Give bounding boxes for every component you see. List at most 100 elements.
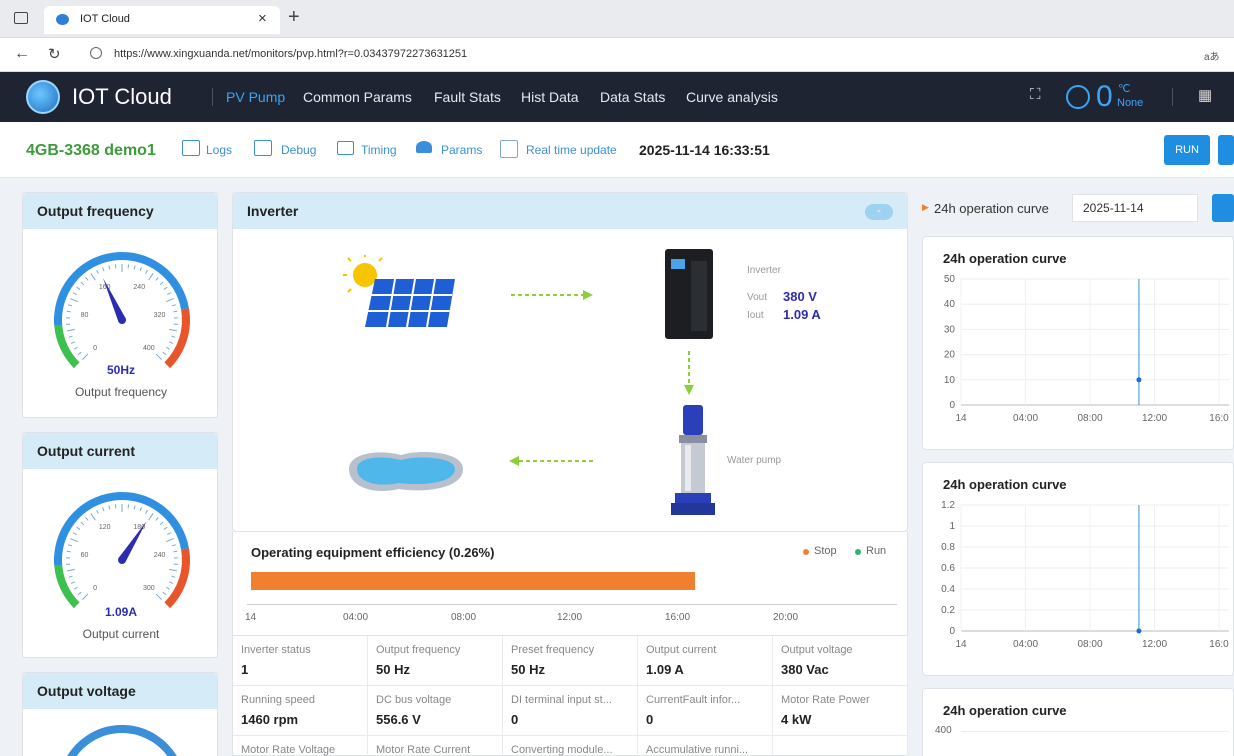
apps-grid-icon[interactable]: ▦ — [1198, 86, 1212, 104]
right-panel-title: 24h operation curve — [934, 201, 1049, 216]
data-point — [1136, 628, 1142, 634]
timing-button[interactable]: Timing — [361, 143, 397, 157]
cloud-favicon-icon — [56, 14, 69, 25]
param-label: Inverter status — [241, 644, 311, 656]
header-marker-icon: ▶ — [922, 202, 929, 212]
param-label: Preset frequency — [511, 644, 595, 656]
gauge-tick — [68, 335, 73, 338]
param-value: 0 — [511, 712, 519, 727]
stop-duration-bar — [251, 572, 695, 590]
gauge-tick — [171, 335, 176, 338]
gauge-tick — [139, 267, 142, 272]
x-tick-label: 14 — [955, 639, 967, 650]
param-label: CurrentFault infor... — [646, 694, 741, 706]
cloud-logo-icon — [26, 80, 60, 114]
gauge-tick — [90, 273, 96, 281]
date-search-button[interactable] — [1212, 194, 1234, 222]
gauge-tick — [77, 351, 82, 356]
gauge-value: 1.09A — [104, 605, 138, 619]
site-info-icon[interactable] — [90, 47, 102, 59]
x-tick-label: 04:00 — [1013, 639, 1038, 650]
logs-button[interactable]: Logs — [206, 143, 232, 157]
flow-arrow-left — [509, 456, 595, 466]
gauge-arc-high — [164, 548, 190, 609]
brand-name: IOT Cloud — [72, 84, 172, 109]
collapse-toggle[interactable]: - — [865, 204, 893, 220]
efficiency-axis-tick: 16:00 — [665, 612, 691, 623]
param-label: Output current — [646, 644, 717, 656]
realtime-checkbox[interactable] — [500, 140, 518, 158]
x-tick-label: 12:00 — [1142, 639, 1167, 650]
y-tick-label: 0.4 — [941, 584, 955, 595]
gauge-tick — [155, 593, 162, 600]
device-name: 4GB-3368 demo1 — [26, 142, 156, 159]
gauge-tick — [80, 281, 85, 286]
nav-hist-data[interactable]: Hist Data — [521, 89, 579, 105]
param-label: Motor Rate Voltage — [241, 744, 336, 756]
sidebar-toggle-icon[interactable] — [14, 12, 28, 24]
y-tick-label: 30 — [944, 324, 956, 335]
gauge-tick — [162, 351, 167, 356]
gauge-tick-label: 300 — [143, 585, 155, 592]
x-tick-label: 14 — [955, 413, 967, 424]
gauge-tick — [145, 509, 148, 514]
param-cell: Inverter status 1 — [233, 636, 368, 686]
back-icon[interactable]: ← — [14, 45, 30, 63]
legend-stop-label: Stop — [814, 545, 837, 557]
nav-pv-pump[interactable]: PV Pump — [226, 89, 285, 105]
curve-title: 24h operation curve — [943, 251, 1067, 266]
nav-curve-analysis[interactable]: Curve analysis — [686, 89, 778, 105]
date-picker[interactable]: 2025-11-14 — [1072, 194, 1198, 222]
curve-title: 24h operation curve — [943, 477, 1067, 492]
fullscreen-icon[interactable]: ⛶ — [1030, 86, 1041, 103]
url-field[interactable]: https://www.xingxuanda.net/monitors/pvp.… — [114, 48, 467, 60]
run-button[interactable]: RUN — [1164, 135, 1210, 165]
gauge-tick — [96, 509, 99, 514]
data-point — [1136, 377, 1142, 383]
param-value: 50 Hz — [511, 662, 545, 677]
debug-button[interactable]: Debug — [281, 143, 316, 157]
nav-data-stats[interactable]: Data Stats — [600, 89, 665, 105]
param-label: Output voltage — [781, 644, 853, 656]
param-label: DC bus voltage — [376, 694, 452, 706]
gauge-value: 50Hz — [106, 363, 135, 377]
gauge-tick-label: 60 — [81, 552, 89, 559]
gauge-tick — [70, 538, 78, 543]
new-tab-icon[interactable]: + — [288, 6, 300, 29]
gauge-tick — [159, 281, 164, 286]
gauge-tick — [85, 517, 89, 521]
app-navbar: IOT Cloud PV Pump Common Params Fault St… — [0, 72, 1234, 122]
stop-button-edge[interactable] — [1218, 135, 1234, 165]
legend-run-dot — [855, 549, 861, 555]
gauge-tick — [166, 298, 174, 303]
x-tick-label: 16:0 — [1209, 413, 1229, 424]
timing-icon — [337, 141, 354, 155]
param-value: 556.6 V — [376, 712, 421, 727]
nav-fault-stats[interactable]: Fault Stats — [434, 89, 501, 105]
browser-tab[interactable]: IOT Cloud × — [44, 6, 280, 34]
nav-common-params[interactable]: Common Params — [303, 89, 412, 105]
param-label: Motor Rate Power — [781, 694, 870, 706]
param-cell: Motor Rate Power 4 kW — [773, 686, 908, 736]
translate-icon[interactable]: aあ — [1204, 48, 1220, 63]
nav-divider-right — [1172, 88, 1173, 106]
gridline — [961, 731, 1229, 732]
gauge-tick — [72, 532, 77, 536]
gauge-tick — [162, 591, 167, 596]
gauge-arc-low — [54, 565, 80, 609]
x-tick-label: 04:00 — [1013, 413, 1038, 424]
gauge-tick — [102, 507, 105, 512]
close-tab-icon[interactable]: × — [258, 10, 267, 27]
realtime-label: Real time update — [526, 143, 617, 157]
param-label: Running speed — [241, 694, 316, 706]
gauge-tick — [155, 517, 159, 521]
gauge-tick — [66, 568, 76, 572]
y-tick-label: 1.2 — [941, 500, 955, 511]
temperature-state: None — [1117, 97, 1144, 109]
params-button[interactable]: Params — [441, 143, 482, 157]
reload-icon[interactable]: ↻ — [48, 45, 61, 63]
efficiency-axis-tick: 12:00 — [557, 612, 583, 623]
iout-value: 1.09 A — [783, 307, 821, 322]
gauge-tick — [155, 353, 162, 360]
gauge-tick — [73, 586, 78, 590]
